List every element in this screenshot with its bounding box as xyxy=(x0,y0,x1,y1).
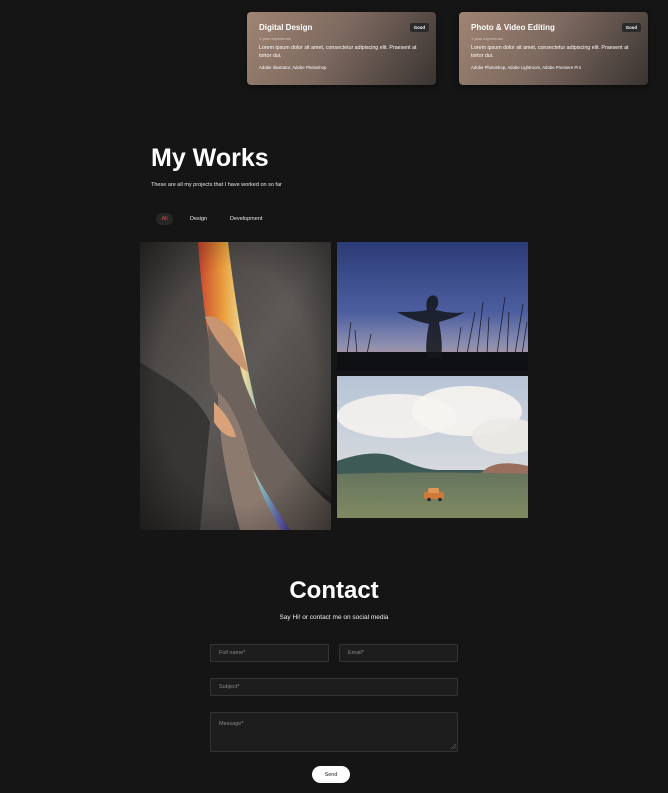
filter-tab-all[interactable]: All xyxy=(156,213,173,225)
skill-card-digital-design: Digital Design 1 year experience Lorem i… xyxy=(247,12,436,85)
contact-subtitle: Say Hi! or contact me on social media xyxy=(279,614,389,621)
resize-grip-icon[interactable] xyxy=(451,744,456,749)
message-field[interactable] xyxy=(210,712,458,752)
subject-field[interactable] xyxy=(210,678,458,696)
skill-card-description: Lorem ipsum dolor sit amet, consectetur … xyxy=(471,45,629,59)
skill-card-title: Photo & Video Editing xyxy=(471,23,555,32)
skill-card-experience: 1 year experience xyxy=(259,36,291,41)
skill-card-tools: Adobe Illustrator, Adobe Photoshop xyxy=(259,65,327,70)
email-field[interactable] xyxy=(339,644,458,662)
filter-tab-development[interactable]: Development xyxy=(230,213,262,225)
skill-card-title: Digital Design xyxy=(259,23,313,32)
works-subtitle: These are all my projects that I have wo… xyxy=(151,182,282,188)
skill-level-badge: Good xyxy=(409,23,429,32)
contact-title: Contact xyxy=(289,577,379,604)
skill-card-description: Lorem ipsum dolor sit amet, consectetur … xyxy=(259,45,417,59)
work-image-dancer-silhouette[interactable] xyxy=(337,242,528,371)
skill-level-badge: Good xyxy=(621,23,641,32)
send-button[interactable]: Send xyxy=(312,766,350,783)
full-name-field[interactable] xyxy=(210,644,329,662)
works-title: My Works xyxy=(151,144,269,172)
skill-card-experience: 1 year experience xyxy=(471,36,503,41)
skill-card-tools: Adobe Photoshop, Adobe Lightroom, Adobe … xyxy=(471,65,582,70)
work-image-rainbow-hands[interactable] xyxy=(140,242,331,530)
filter-tab-design[interactable]: Design xyxy=(190,213,207,225)
skill-card-photo-video-editing: Photo & Video Editing 1 year experience … xyxy=(459,12,648,85)
work-image-landscape-car[interactable] xyxy=(337,376,528,518)
